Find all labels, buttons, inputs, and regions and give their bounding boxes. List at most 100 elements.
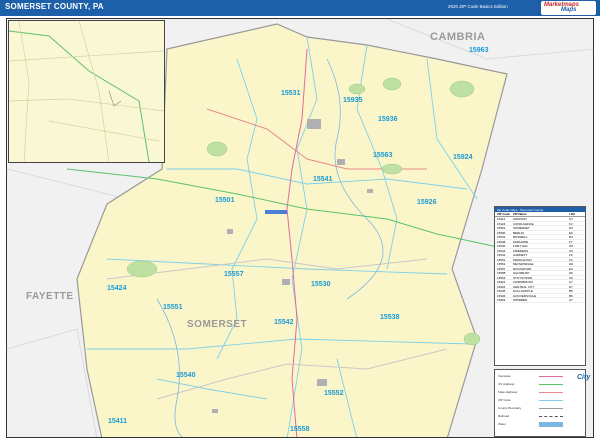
table-cell: BOSWELL (513, 235, 528, 239)
table-cell: F7 (569, 239, 573, 244)
zip-label: 15424 (107, 285, 127, 292)
table-cell: 15935 (497, 289, 506, 293)
col-header: LOC (569, 212, 576, 216)
place-label-fayette: FAYETTE (26, 291, 74, 302)
zip-label: 15542 (274, 319, 294, 326)
table-cell: WINDBER (513, 298, 528, 302)
map-title: SOMERSET COUNTY, PA (5, 2, 104, 11)
table-cell: E6 (569, 230, 573, 235)
legend-item: State Highway (498, 390, 518, 394)
table-cell: MARKLETON (513, 257, 532, 262)
table-cell: FAIRHOPE (513, 239, 529, 244)
table-cell: F5 (569, 253, 573, 257)
table-cell: 15542 (497, 253, 506, 257)
inset-map (8, 20, 165, 163)
zip-label: 15557 (224, 271, 244, 278)
legend-item: Water (498, 422, 506, 426)
zip-label: 15501 (215, 197, 235, 204)
legend-swatch (539, 408, 563, 409)
table-cell: 15557 (497, 266, 506, 271)
table-cell: HOOVERSVILLE (513, 293, 537, 298)
table-cell: GARRETT (513, 253, 528, 257)
zip-label: 15531 (281, 90, 301, 97)
table-cell: SOMERSET (513, 226, 530, 230)
table-cell: 15926 (497, 284, 506, 289)
table-cell: FORT HILL (513, 244, 529, 248)
table-cell: H5 (569, 271, 573, 275)
col-header: ZIP Code (497, 212, 510, 216)
brand-logo: Marketmaps Maps (541, 1, 596, 15)
zip-label: 15935 (343, 97, 363, 104)
table-row: 15963 WINDBER A7 (495, 298, 585, 303)
table-cell: CAIRNBROOK (513, 280, 534, 284)
zip-label: 15924 (453, 154, 473, 161)
table-cell: CONFLUENCE (513, 221, 534, 226)
table-cell: G5 (569, 244, 574, 248)
table-cell: FRIEDENS (513, 248, 529, 253)
table-cell: 15936 (497, 293, 506, 298)
zip-label: 15936 (378, 116, 398, 123)
zip-label: 15552 (324, 390, 344, 397)
zip-label: 15558 (290, 426, 310, 433)
place-label-somerset: SOMERSET (187, 319, 248, 330)
table-cell: C5 (569, 248, 573, 253)
map-canvas[interactable]: CAMBRIA FAYETTE SOMERSET 15963 15531 159… (6, 18, 594, 438)
inset-graphic (9, 21, 164, 162)
table-cell: 15411 (497, 217, 506, 221)
legend-swatch (539, 416, 563, 417)
table-cell: C6 (569, 275, 573, 280)
table-cell: F3 (569, 221, 573, 226)
table-cell: B6 (569, 293, 573, 298)
table-cell: 15540 (497, 244, 506, 248)
table-cell: HOLLSOPPLE (513, 289, 533, 293)
zip-label: 15563 (373, 152, 393, 159)
table-cell: 15558 (497, 271, 506, 275)
table-cell: C7 (569, 280, 573, 284)
table-cell: ADDISON (513, 217, 527, 221)
zip-label: 15963 (469, 47, 489, 54)
map-header: SOMERSET COUNTY, PA 2020 ZIP Code Basics… (0, 0, 600, 16)
legend-item: County Boundary (498, 406, 522, 410)
table-cell: MEYERSDALE (513, 262, 534, 266)
zip-label: 15530 (311, 281, 331, 288)
table-cell: 15963 (497, 298, 506, 302)
col-header: ZIP Name (513, 212, 527, 216)
table-cell: CENTRAL CITY (513, 284, 535, 289)
table-cell: SALISBURY (513, 271, 530, 275)
legend-swatch (539, 422, 563, 427)
table-cell: ROCKWOOD (513, 266, 532, 271)
table-cell: 15541 (497, 248, 506, 253)
zip-label: 15541 (313, 176, 333, 183)
table-cell: BERLIN (513, 230, 524, 235)
zip-label: 15538 (380, 314, 400, 321)
table-cell: 15530 (497, 230, 506, 235)
legend-swatch (539, 400, 563, 401)
table-cell: B4 (569, 235, 573, 239)
table-cell: 15501 (497, 226, 506, 230)
zip-label: 15540 (176, 372, 196, 379)
edition-label: 2020 ZIP Code Basics Edition (448, 4, 508, 9)
table-cell: 15424 (497, 221, 506, 226)
city-logo: City (577, 374, 591, 381)
table-cell: E4 (569, 266, 573, 271)
table-cell: 15551 (497, 257, 506, 262)
map-legend: Interstate US Highway State Highway ZIP … (494, 369, 586, 437)
legend-item: US Highway (498, 382, 515, 386)
table-cell: G6 (569, 262, 574, 266)
legend-item: Railroad (498, 414, 510, 418)
zip-label: 15411 (108, 418, 128, 425)
table-cell: 15538 (497, 239, 506, 244)
table-cell: 15531 (497, 235, 506, 239)
table-cell: 15924 (497, 280, 506, 284)
place-label-cambria: CAMBRIA (430, 31, 486, 43)
table-cell: D4 (569, 226, 573, 230)
table-cell: 15552 (497, 262, 506, 266)
zip-index-table: Zip Code Index - Somerset County ZIP Cod… (494, 206, 586, 366)
legend-swatch (539, 392, 563, 393)
zip-label: 15551 (163, 304, 183, 311)
legend-swatch (539, 376, 563, 377)
table-cell: D7 (569, 284, 573, 289)
zip-label: 15926 (417, 199, 437, 206)
table-cell: A7 (569, 298, 573, 302)
legend-swatch (539, 384, 563, 385)
